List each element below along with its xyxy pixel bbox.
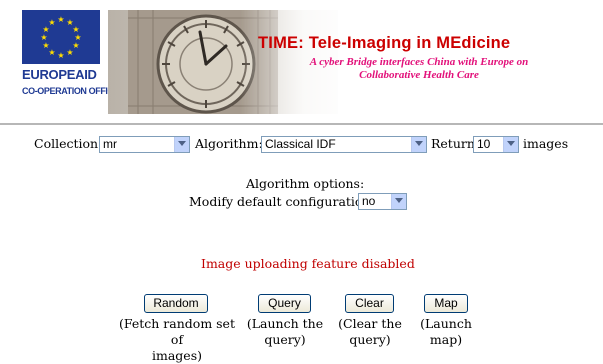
cooperation-office-text: CO-OPERATION OFFICE [22, 86, 120, 96]
page-header: ★ ★ ★ ★ ★ ★ ★ ★ ★ ★ ★ ★ EUROPEAID CO-OPE… [0, 0, 603, 118]
upload-disabled-message: Image uploading feature disabled [201, 256, 415, 271]
clear-description-line1: (Clear the [338, 316, 402, 331]
collection-select-value: mr [103, 137, 117, 151]
return-label: Return [431, 136, 475, 151]
query-description-line1: (Launch the [246, 316, 324, 331]
site-title: TIME: Tele-Imaging in MEdicine [258, 34, 511, 52]
collection-label: Collection: [34, 136, 103, 151]
images-label: images [523, 136, 569, 151]
svg-text:★: ★ [57, 51, 64, 60]
clear-button[interactable]: Clear [345, 294, 394, 313]
europeaid-logo-text: EUROPEAID [22, 67, 97, 82]
clear-description-line2: query) [349, 332, 391, 347]
svg-text:★: ★ [40, 33, 47, 42]
collection-select[interactable]: mr [99, 136, 190, 153]
map-button[interactable]: Map [424, 294, 468, 313]
chevron-down-icon[interactable] [503, 137, 518, 152]
return-count-value: 10 [477, 137, 491, 151]
map-description: (Launch map) [414, 316, 478, 348]
random-description-line1: (Fetch random set of [119, 316, 235, 347]
chevron-down-icon[interactable] [391, 194, 406, 209]
site-subtitle-line2: Collaborative Health Care [359, 69, 479, 81]
svg-text:★: ★ [48, 18, 55, 27]
eu-flag-icon: ★ ★ ★ ★ ★ ★ ★ ★ ★ ★ ★ ★ [22, 10, 100, 64]
algorithm-label: Algorithm: [195, 136, 263, 151]
modify-config-select[interactable]: no [358, 193, 407, 210]
modify-config-value: no [362, 194, 376, 208]
query-button[interactable]: Query [258, 294, 311, 313]
algorithm-select-value: Classical IDF [265, 137, 336, 151]
site-subtitle-line1: A cyber Bridge interfaces China with Eur… [309, 56, 529, 68]
chevron-down-icon[interactable] [174, 137, 189, 152]
return-count-select[interactable]: 10 [473, 136, 519, 153]
query-description-line2: query) [264, 332, 306, 347]
random-description: (Fetch random set of images) [112, 316, 242, 364]
map-description-line1: (Launch [420, 316, 472, 331]
clear-description: (Clear the query) [329, 316, 411, 348]
chevron-down-icon[interactable] [411, 137, 426, 152]
random-description-line2: images) [152, 348, 202, 363]
modify-config-label: Modify default configuration: [189, 194, 375, 209]
algorithm-select[interactable]: Classical IDF [261, 136, 427, 153]
svg-text:★: ★ [66, 48, 73, 57]
svg-text:★: ★ [42, 41, 49, 50]
query-description: (Launch the query) [243, 316, 327, 348]
algorithm-options-heading: Algorithm options: [246, 176, 365, 191]
header-divider [0, 123, 603, 125]
map-description-line2: map) [429, 332, 463, 347]
random-button[interactable]: Random [144, 294, 208, 313]
svg-text:★: ★ [57, 15, 64, 24]
